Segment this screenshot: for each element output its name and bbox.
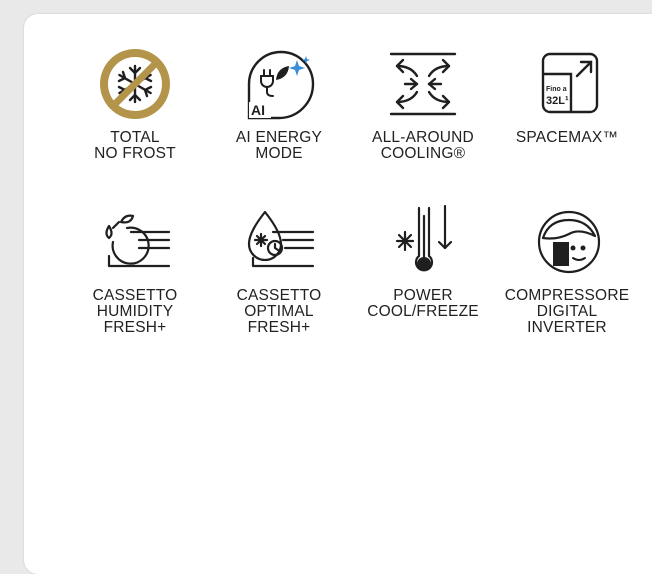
feature-total-no-frost: TOTAL NO FROST — [71, 44, 199, 162]
feature-compressore-digital-inverter: COMPRESSORE DIGITAL INVERTER — [503, 202, 631, 336]
feature-power-cool-freeze: POWER COOL/FREEZE — [359, 202, 487, 320]
feature-cassetto-optimal-fresh: CASSETTO OPTIMAL FRESH+ — [215, 202, 343, 336]
no-frost-icon — [100, 49, 170, 119]
feature-label: CASSETTO HUMIDITY FRESH+ — [92, 287, 178, 336]
feature-label: AI ENERGY MODE — [235, 129, 323, 162]
feature-all-around-cooling: ALL-AROUND COOLING® — [359, 44, 487, 162]
spacemax-badge-line2: 32L¹ — [546, 95, 569, 107]
power-cool-freeze-icon — [395, 204, 453, 272]
features-card: TOTAL NO FROST AI AI ENERGY MODE ALL-ARO… — [24, 14, 652, 574]
spacemax-icon: Fino a 32L¹ — [541, 52, 599, 114]
ai-energy-icon: AI — [247, 50, 315, 120]
feature-spacemax: Fino a 32L¹ SPACEMAX™ — [503, 44, 631, 146]
feature-label: TOTAL NO FROST — [94, 129, 176, 162]
humidity-drawer-icon — [105, 214, 171, 268]
feature-label: SPACEMAX™ — [515, 129, 619, 146]
feature-label: CASSETTO OPTIMAL FRESH+ — [236, 287, 322, 336]
feature-cassetto-humidity-fresh: CASSETTO HUMIDITY FRESH+ — [71, 202, 199, 336]
feature-ai-energy-mode: AI AI ENERGY MODE — [215, 44, 343, 162]
compressor-inverter-icon — [537, 210, 601, 274]
all-around-cooling-icon — [389, 52, 457, 116]
svg-text:AI: AI — [251, 102, 265, 118]
feature-label: POWER COOL/FREEZE — [367, 287, 479, 320]
feature-label: ALL-AROUND COOLING® — [372, 129, 474, 162]
optimal-drawer-icon — [247, 210, 315, 268]
feature-label: COMPRESSORE DIGITAL INVERTER — [504, 287, 630, 336]
spacemax-badge-line1: Fino a — [546, 86, 567, 93]
